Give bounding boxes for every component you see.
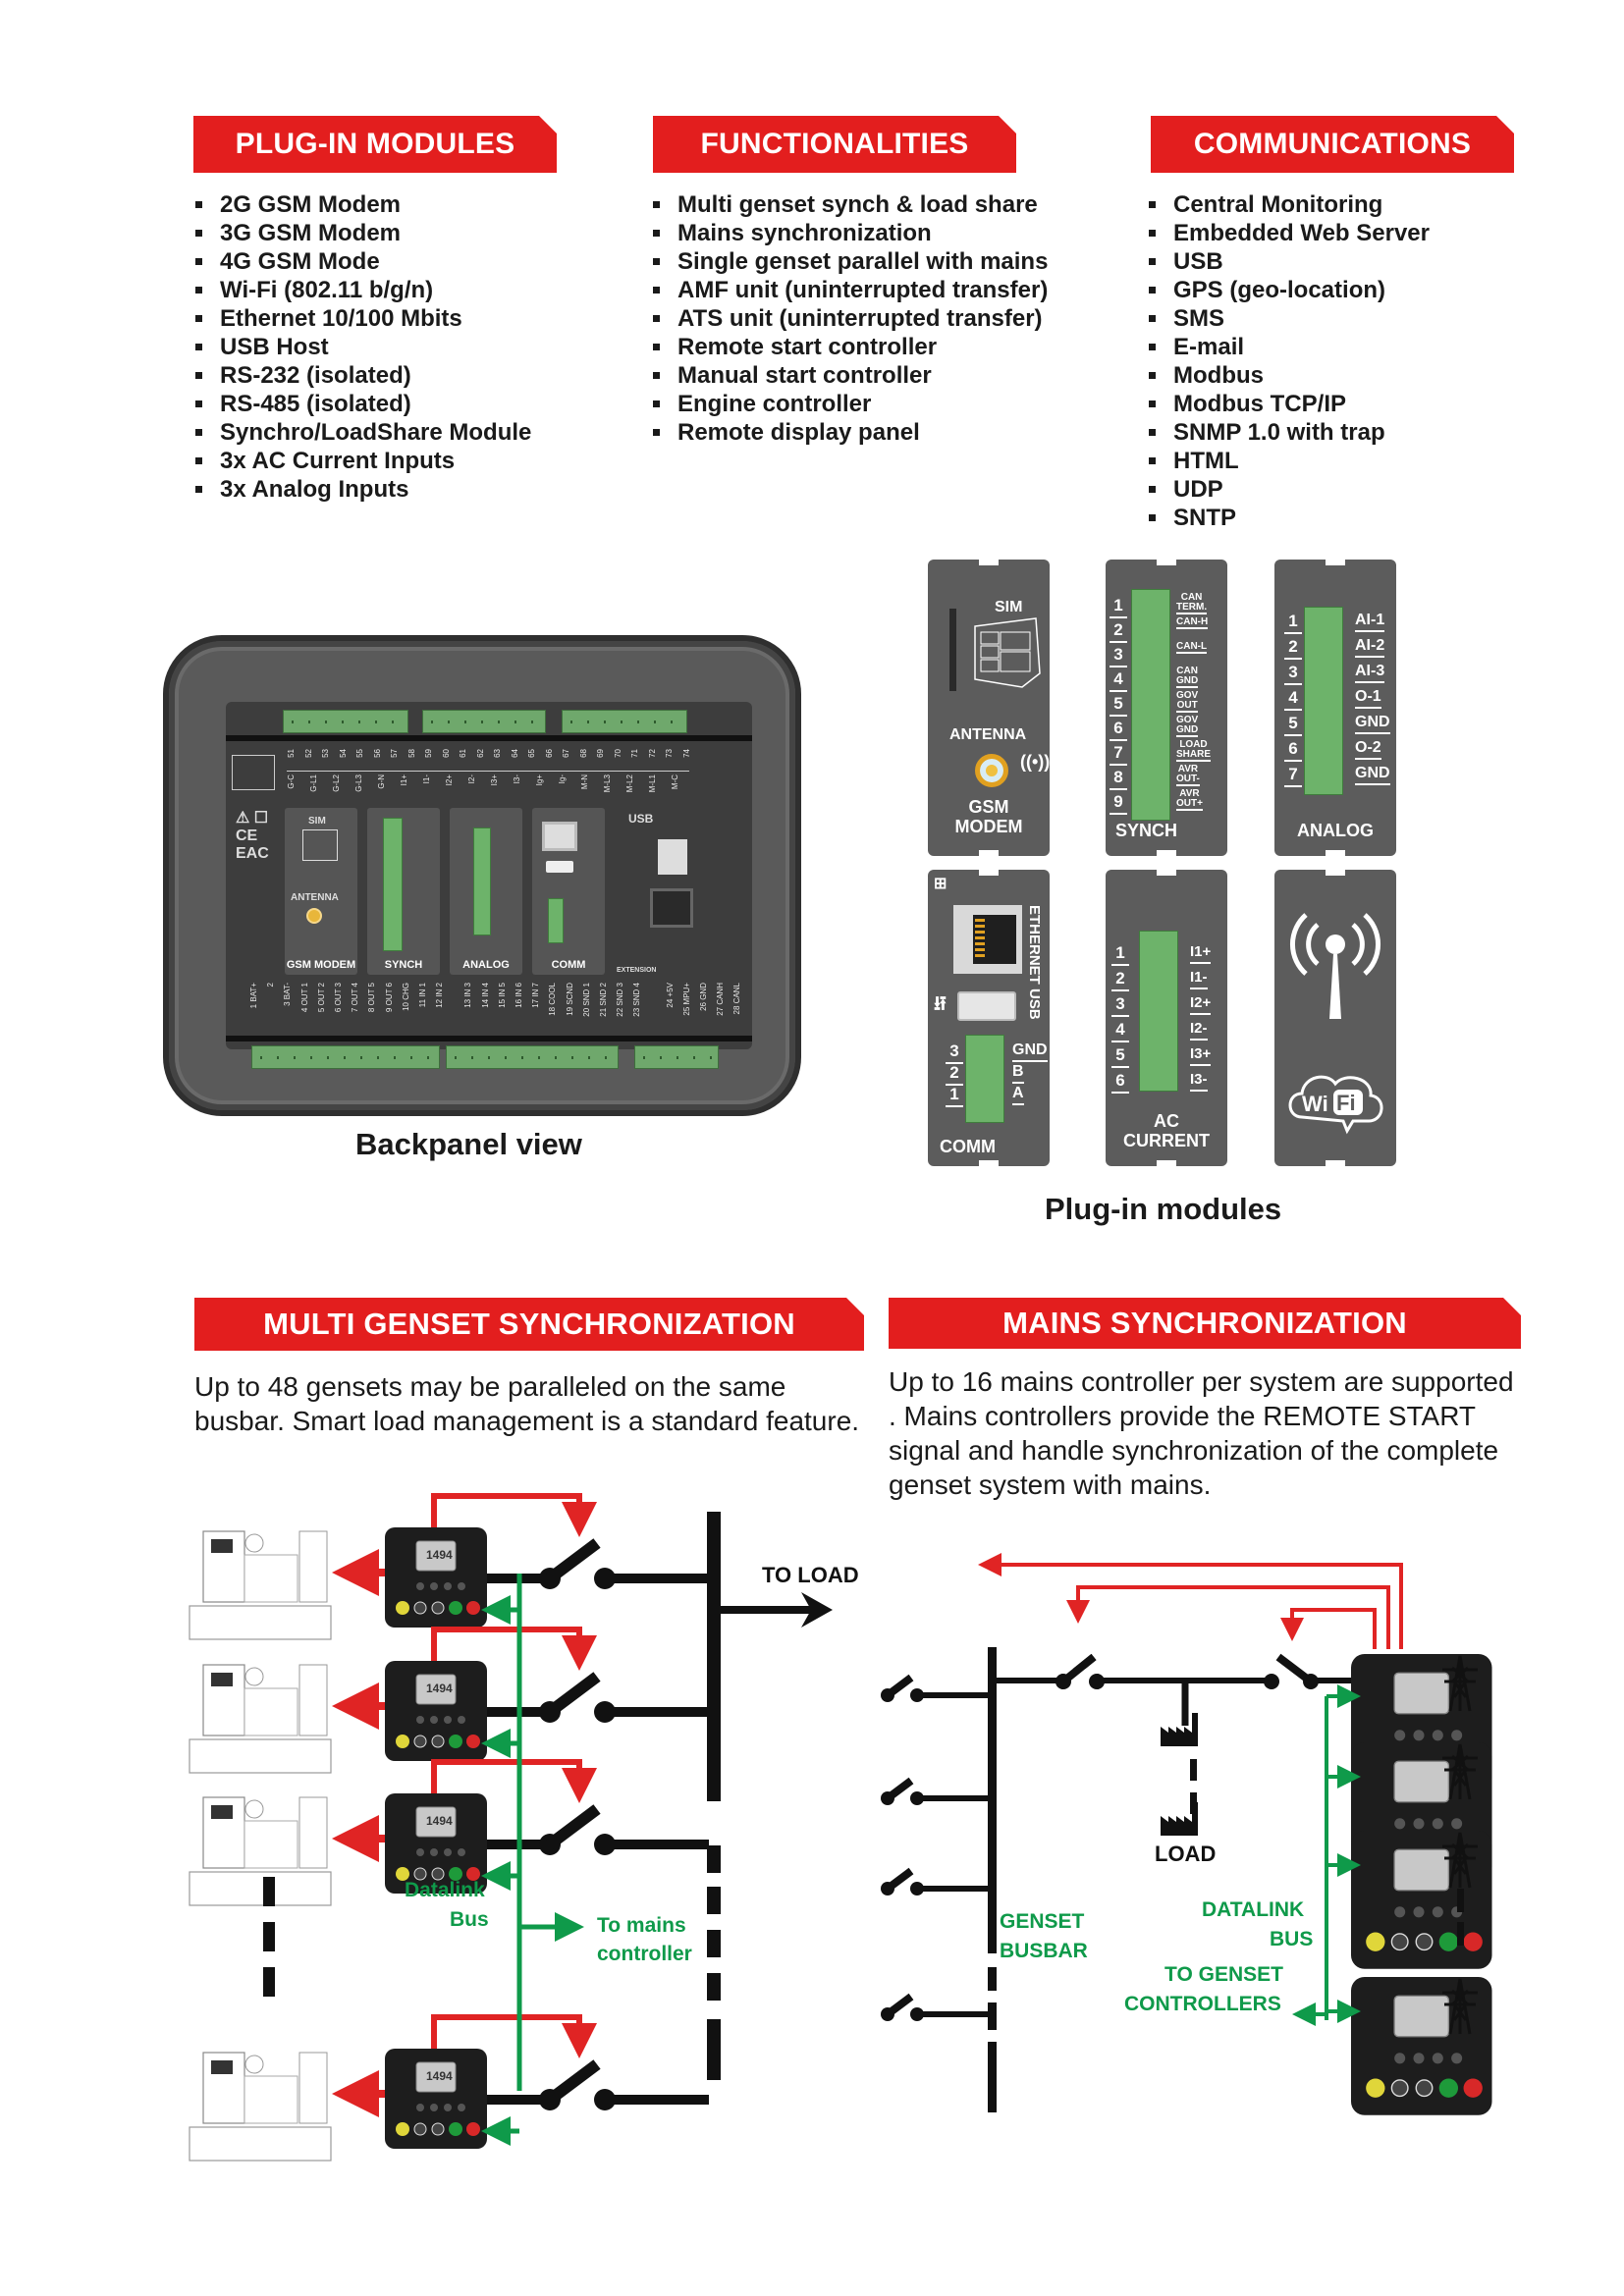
genset-row: 1494: [189, 1627, 709, 1774]
load-ellipsis-dash: [1190, 1759, 1197, 1781]
genset-busbar-label-2: BUSBAR: [1000, 1940, 1088, 1962]
to-genset-label-1: TO GENSET: [1164, 1963, 1283, 1986]
genset-controller-icon: [384, 1660, 488, 1762]
genset-ellipsis-dash: [263, 1877, 275, 1906]
genset-breaker-switch: [881, 1777, 990, 1805]
tie-breaker-signal: [1066, 1585, 1390, 1649]
genset-row: 1494: [189, 2014, 709, 2162]
mains-controller-icon: [1350, 1976, 1493, 2116]
generator-icon: [189, 1664, 332, 1774]
controller-display-value: 1494: [426, 1548, 453, 1562]
datalink-label-2: BUS: [1270, 1928, 1313, 1950]
breaker-blade: [546, 2059, 601, 2105]
mains-sync-diagram: LOAD GENSET BUSBAR DATALINK BUS TO GENSE…: [881, 1553, 1493, 2116]
to-load-label: TO LOAD: [762, 1563, 859, 1587]
genset-breaker-switch: [881, 1867, 990, 1896]
genset-controller-icon: [384, 1526, 488, 1629]
genset-controller-icon: [384, 2048, 488, 2150]
controller-display-value: 1494: [426, 2069, 453, 2083]
genset-ellipsis-dash: [263, 1922, 275, 1951]
multi-genset-diagram: 1494 1494 1494 1494: [189, 1493, 709, 2162]
diagrams-layer: 1494 1494 1494 1494 TO LOAD Datalink Bus To…: [189, 1493, 1493, 2162]
load-label: LOAD: [1155, 1842, 1216, 1866]
mains-controller-icon: [1350, 1830, 1493, 1970]
genset-ellipsis-dash: [263, 1967, 275, 1997]
tower-ellipsis-dash: [1457, 1889, 1464, 1912]
datalink-label-1: Datalink: [405, 1879, 485, 1901]
generator-icon: [189, 1530, 332, 1640]
factory-load-icon: [1161, 1713, 1198, 1746]
factory-load-icon: [1161, 1802, 1198, 1836]
mains-breaker-signal: [1280, 1608, 1377, 1649]
tower-ellipsis-dash: [1457, 1922, 1464, 1946]
busbar-dash: [707, 1845, 721, 1873]
to-mains-label-1: To mains: [597, 1914, 686, 1937]
busbar-dash: [707, 1930, 721, 1957]
to-genset-label-2: CONTROLLERS: [1124, 1993, 1281, 2015]
generator-icon: [189, 1796, 332, 1906]
controller-display-value: 1494: [426, 1682, 453, 1695]
mains-controller-row: [1326, 1830, 1493, 1970]
genset-breaker-switch: [881, 1674, 990, 1702]
breaker-control-signal: [431, 2014, 597, 2058]
genset-breaker-switch: [881, 1993, 990, 2021]
breaker-control-signal: [431, 1759, 597, 1803]
breaker-blade: [546, 1538, 601, 1583]
breaker-blade: [546, 1672, 601, 1717]
datalink-label-2: Bus: [450, 1908, 489, 1931]
busbar-dash: [988, 1967, 997, 1991]
remote-start-signal: [978, 1553, 1403, 1649]
to-mains-label-2: controller: [597, 1943, 692, 1965]
breaker-control-signal: [431, 1627, 597, 1671]
breaker-control-signal: [431, 1493, 597, 1537]
mains-breaker-switch: [1264, 1653, 1319, 1694]
busbar-segment: [707, 2019, 721, 2080]
busbar-dash: [707, 1973, 721, 2001]
genset-busbar-label-1: GENSET: [1000, 1910, 1085, 1933]
datalink-label-1: DATALINK: [1202, 1898, 1304, 1921]
generator-icon: [189, 2052, 332, 2162]
genset-busbar: [707, 1512, 721, 1801]
mains-controller-row: [1326, 1976, 1493, 2116]
busbar-segment: [988, 2042, 997, 2112]
genset-row: 1494: [189, 1493, 709, 1640]
breaker-blade: [546, 1804, 601, 1849]
controller-display-value: 1494: [426, 1814, 453, 1828]
busbar-dash: [707, 1887, 721, 1914]
